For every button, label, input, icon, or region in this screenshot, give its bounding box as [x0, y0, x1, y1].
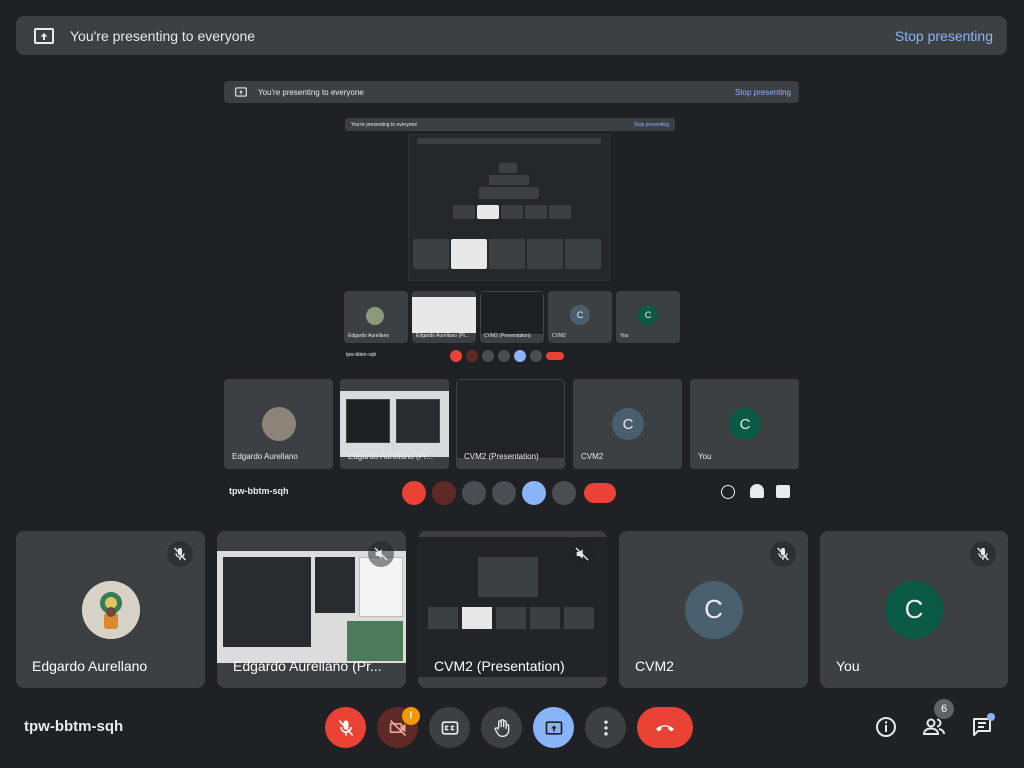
- shared-tile-edgardo: Edgardo Aurellano: [224, 379, 333, 469]
- presenting-message: You're presenting to everyone: [70, 27, 256, 44]
- mic-off-icon: [770, 541, 796, 567]
- nested-tile: C CVM2: [548, 291, 612, 343]
- camera-alert-badge: !: [402, 707, 420, 725]
- people-count-badge: 6: [934, 699, 954, 719]
- participant-tile-edgardo[interactable]: Edgardo Aurellano: [16, 531, 205, 688]
- nested-screen: You're presenting to everyone Stop prese…: [340, 114, 680, 366]
- shared-tile-you: C You: [690, 379, 799, 469]
- nested-stop-presenting: Stop presenting: [633, 121, 669, 128]
- avatar: [81, 580, 140, 639]
- shared-tile-cvm2-presentation: CVM2 (Presentation): [456, 379, 565, 469]
- volume-off-icon: [368, 541, 394, 567]
- participant-tile-edgardo-presentation[interactable]: Edgardo Aurellano (Pr...: [217, 531, 406, 688]
- mic-off-icon: [970, 541, 996, 567]
- closed-captions-icon: [440, 718, 460, 738]
- present-to-all-icon: [544, 718, 564, 738]
- present-to-all-icon: [32, 24, 56, 48]
- avatar: C: [684, 580, 743, 639]
- more-vert-icon: [596, 718, 616, 738]
- nested-screen-deeper: [408, 134, 610, 281]
- raise-hand-button[interactable]: [481, 707, 522, 748]
- call-end-icon: [653, 716, 677, 740]
- shared-meeting-code: tpw-bbtm-sqh: [229, 486, 289, 496]
- nested-tile: Edgardo Aurellano (Pr...: [412, 291, 476, 343]
- shared-screen: You're presenting to everyone Stop prese…: [222, 78, 800, 512]
- participant-name: CVM2: [635, 658, 674, 674]
- leave-call-button[interactable]: [637, 707, 693, 748]
- shared-presenting-message: You're presenting to everyone: [258, 87, 364, 97]
- shared-tile-cvm2: C CVM2: [573, 379, 682, 469]
- stop-presenting-button[interactable]: Stop presenting: [895, 28, 993, 44]
- nested-presenting-banner: You're presenting to everyone Stop prese…: [345, 118, 675, 131]
- shared-presenting-banner: You're presenting to everyone Stop prese…: [224, 81, 799, 103]
- mic-off-icon: [336, 718, 356, 738]
- mic-off-icon: [167, 541, 193, 567]
- nested-tile: CVM2 (Presentation): [480, 291, 544, 343]
- participant-name: Edgardo Aurellano (Pr...: [233, 658, 382, 674]
- participant-tile-you[interactable]: C You: [820, 531, 1008, 688]
- nested-tile: C You: [616, 291, 680, 343]
- nested-tile: Edgardo Aurellano: [344, 291, 408, 343]
- meeting-code: tpw-bbtm-sqh: [24, 718, 124, 735]
- participant-tile-cvm2-presentation[interactable]: CVM2 (Presentation): [418, 531, 607, 688]
- present-button[interactable]: [533, 707, 574, 748]
- present-to-all-icon: [234, 85, 248, 99]
- presenting-banner: You're presenting to everyone Stop prese…: [16, 16, 1007, 55]
- participant-name: You: [836, 658, 860, 674]
- shared-tile-edgardo-presentation: Edgardo Aurellano (Pr...: [340, 379, 449, 469]
- presentation-thumbnail: [217, 551, 406, 663]
- mic-toggle-button[interactable]: [325, 707, 366, 748]
- avatar: C: [885, 580, 943, 639]
- nested-presenting-message: You're presenting to everyone: [351, 121, 418, 128]
- participant-name: Edgardo Aurellano: [32, 658, 148, 674]
- shared-stop-presenting: Stop presenting: [734, 87, 791, 97]
- participant-tile-cvm2[interactable]: C CVM2: [619, 531, 808, 688]
- participant-name: CVM2 (Presentation): [434, 658, 565, 674]
- more-options-button[interactable]: [585, 707, 626, 748]
- chat-unread-dot: [987, 713, 995, 721]
- captions-button[interactable]: [429, 707, 470, 748]
- info-icon: [874, 715, 898, 739]
- volume-off-icon: [569, 541, 595, 567]
- raise-hand-icon: [492, 718, 512, 738]
- meeting-details-button[interactable]: [872, 713, 900, 741]
